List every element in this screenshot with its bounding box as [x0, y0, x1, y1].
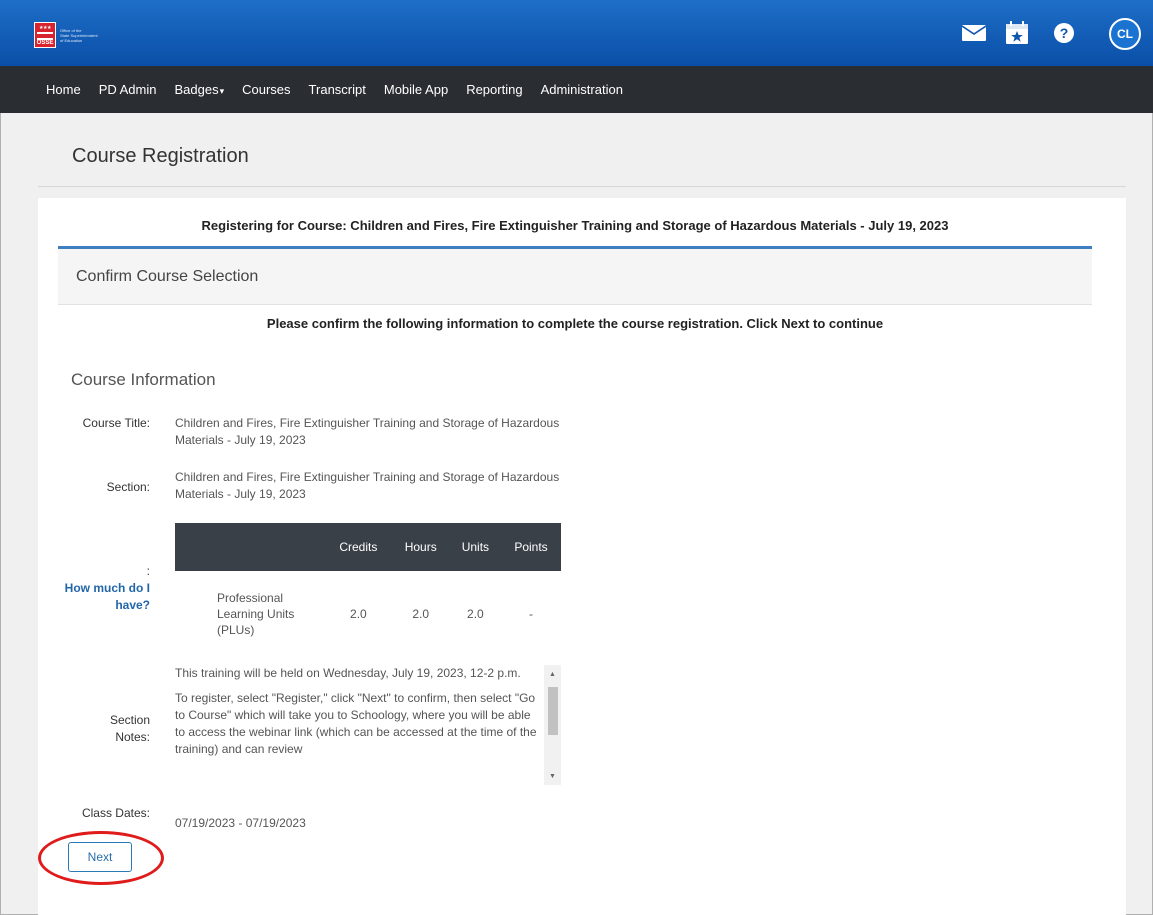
section-notes-label: Section Notes:: [109, 713, 150, 744]
caret-down-icon: ▾: [219, 86, 225, 96]
nav-administration[interactable]: Administration: [541, 82, 623, 97]
class-dates-value: 07/19/2023 - 07/19/2023: [175, 816, 306, 830]
help-icon[interactable]: ?: [1050, 18, 1078, 48]
units-value: 2.0: [467, 607, 484, 621]
table-header-units: Units: [449, 523, 501, 571]
logo-abbr: OSSE: [36, 40, 54, 46]
title-divider: [38, 186, 1126, 187]
nav-reporting[interactable]: Reporting: [466, 82, 522, 97]
scroll-up-icon[interactable]: ▲: [544, 667, 561, 681]
mail-icon[interactable]: [960, 18, 988, 48]
section-value: Children and Fires, Fire Extinguisher Tr…: [175, 470, 560, 501]
step-title: Confirm Course Selection: [76, 268, 259, 285]
top-header: ★★★ OSSE Office of the State Superintend…: [0, 0, 1153, 66]
page-title: Course Registration: [72, 145, 249, 167]
registering-heading: Registering for Course: Children and Fir…: [201, 218, 949, 233]
instruction-text: Please confirm the following information…: [266, 316, 884, 331]
course-title-value: Children and Fires, Fire Extinguisher Tr…: [175, 416, 560, 447]
section-notes-box[interactable]: This training will be held on Wednesday,…: [175, 665, 561, 785]
credits-label: :: [146, 564, 150, 578]
section-label: Section:: [106, 480, 150, 494]
table-header-credits: Credits: [325, 523, 392, 571]
logo-text: Office of the State Superintendent of Ed…: [60, 27, 98, 43]
osse-logo[interactable]: ★★★ OSSE Office of the State Superintend…: [34, 20, 154, 50]
nav-courses[interactable]: Courses: [242, 82, 290, 97]
main-nav: Home PD Admin Badges▾ Courses Transcript…: [0, 66, 1153, 113]
user-avatar[interactable]: CL: [1109, 18, 1141, 50]
nav-badges[interactable]: Badges▾: [175, 82, 225, 97]
credits-value: 2.0: [350, 607, 367, 621]
class-dates-label: Class Dates:: [81, 806, 150, 820]
table-header-blank: [175, 523, 325, 571]
credits-table: Credits Hours Units Points Professional …: [175, 523, 561, 657]
hours-value: 2.0: [412, 607, 430, 621]
table-header-row: Credits Hours Units Points: [175, 523, 561, 571]
svg-text:?: ?: [1060, 25, 1069, 41]
table-header-hours: Hours: [391, 523, 450, 571]
calendar-star-icon[interactable]: [1003, 18, 1031, 48]
table-header-points: Points: [501, 523, 561, 571]
logo-mark: ★★★ OSSE: [34, 22, 56, 48]
section-notes-text: This training will be held on Wednesday,…: [175, 666, 537, 756]
next-button[interactable]: Next: [68, 842, 132, 872]
nav-home[interactable]: Home: [46, 82, 81, 97]
nav-pd-admin[interactable]: PD Admin: [99, 82, 157, 97]
credit-type: Professional Learning Units (PLUs): [217, 591, 295, 637]
scroll-down-icon[interactable]: ▼: [544, 769, 561, 783]
how-much-link[interactable]: How much do I have?: [60, 580, 150, 614]
nav-transcript[interactable]: Transcript: [309, 82, 366, 97]
course-info-heading: Course Information: [71, 370, 216, 389]
notes-scrollbar[interactable]: ▲ ▼: [544, 665, 561, 785]
points-value: -: [529, 607, 533, 621]
scroll-thumb[interactable]: [548, 687, 558, 735]
nav-mobile-app[interactable]: Mobile App: [384, 82, 448, 97]
table-row: Professional Learning Units (PLUs) 2.0 2…: [175, 571, 561, 657]
course-title-label: Course Title:: [82, 416, 150, 430]
